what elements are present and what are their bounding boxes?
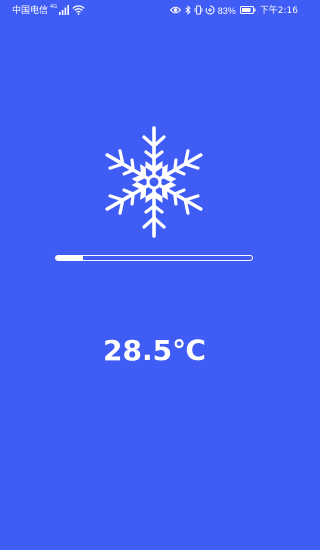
data-saver-icon xyxy=(205,5,215,17)
temperature-readout: 28.5℃ xyxy=(103,334,206,367)
battery-percent: 83% xyxy=(217,6,236,16)
status-bar: 中国电信 4G 83% 下午2:16 xyxy=(0,0,309,22)
eye-icon xyxy=(169,6,181,16)
wifi-icon xyxy=(72,5,85,17)
vibrate-icon xyxy=(194,5,203,17)
status-bar-left: 中国电信 4G xyxy=(12,5,85,17)
signal-icon xyxy=(59,5,70,17)
clock-time: 下午2:16 xyxy=(259,6,298,16)
network-type: 4G xyxy=(50,4,58,10)
progress-bar-fill xyxy=(56,256,84,260)
battery-icon xyxy=(239,6,256,16)
carrier-name: 中国电信 xyxy=(12,6,49,16)
progress-bar xyxy=(55,255,253,261)
snowflake-icon xyxy=(99,125,209,239)
bluetooth-icon xyxy=(185,5,191,17)
status-bar-right: 83% 下午2:16 xyxy=(168,5,298,17)
